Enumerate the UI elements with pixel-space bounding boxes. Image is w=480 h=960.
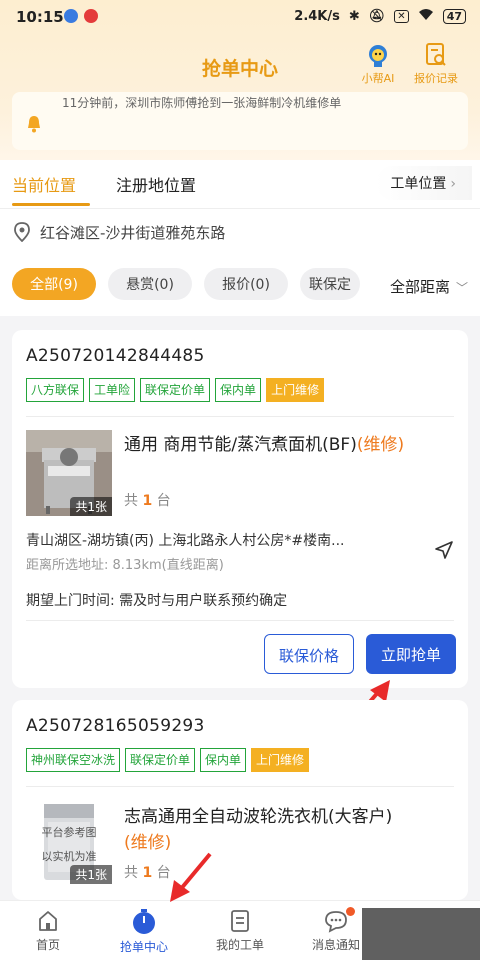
nav-label: 首页: [35, 938, 60, 952]
location-tabs: 当前位置 注册地位置 工单位置 ›: [0, 160, 480, 208]
wifi-icon: [418, 8, 434, 25]
unread-dot: [346, 907, 355, 916]
filter-chip-quote[interactable]: 报价(0): [204, 268, 288, 300]
divider: [26, 620, 454, 621]
net-speed: 2.4K/s: [294, 9, 340, 24]
navigation-icon[interactable]: [434, 540, 454, 560]
status-app-icons: [64, 9, 98, 23]
status-time: 10:15: [16, 8, 64, 26]
quote-record-button[interactable]: 报价记录: [404, 42, 468, 86]
order-number: A250720142844485: [26, 346, 205, 366]
chevron-right-icon: ›: [450, 176, 456, 192]
distance-text: 距离所选地址: 8.13km(直线距离): [26, 558, 224, 573]
red-arrow-annotation: [170, 852, 212, 902]
grab-center-icon: [133, 909, 155, 934]
status-bar: 10:15 2.4K/s ✱ 🔕︎ ✕ 47: [0, 0, 480, 34]
ai-assistant-button[interactable]: 小帮AI: [346, 42, 410, 86]
filter-chip-all[interactable]: 全部(9): [12, 268, 96, 300]
product-name: 志高通用全自动波轮洗衣机(大客户) (维修): [124, 804, 444, 856]
tag: 联保定价单: [140, 378, 211, 402]
service-address: 青山湖区-湖坊镇(丙) 上海北路永人村公房*#楼南...: [26, 533, 345, 549]
qty-prefix: 共: [124, 865, 138, 881]
product-name-text: 通用 商用节能/蒸汽煮面机(BF): [124, 435, 357, 455]
watermark-overlay: [362, 908, 480, 960]
product-image[interactable]: 共1张: [26, 430, 112, 516]
home-icon: [39, 911, 57, 931]
tag: 保内单: [200, 748, 247, 772]
robot-mascot-icon: [369, 45, 387, 67]
divider: [26, 786, 454, 787]
bell-icon: [28, 116, 40, 133]
reference-image-note: 平台参考图: [41, 826, 97, 839]
status-right: 2.4K/s ✱ 🔕︎ ✕ 47: [294, 8, 466, 25]
tag-service-type: 上门维修: [266, 378, 325, 402]
tab-registered-location[interactable]: 注册地位置: [116, 172, 196, 196]
photo-count: 共1张: [70, 497, 112, 516]
grab-order-button[interactable]: 立即抢单: [366, 634, 456, 674]
repair-label: (维修): [356, 435, 405, 455]
current-address: 红谷滩区-沙井街道雅苑东路: [40, 224, 226, 242]
app-notification-icon: [84, 9, 98, 23]
tag: 神州联保空冰洗: [26, 748, 121, 772]
nav-label: 我的工单: [215, 938, 264, 952]
ai-label: 小帮AI: [361, 72, 395, 85]
filter-bar: 全部(9) 悬赏(0) 报价(0) 联保定 全部距离 ﹀: [0, 254, 480, 316]
divider: [26, 416, 454, 417]
filter-chip-warranty[interactable]: 联保定: [300, 268, 360, 300]
bluetooth-icon: ✱: [348, 9, 360, 24]
chevron-down-icon: ﹀: [455, 281, 468, 295]
expected-visit-time: 期望上门时间: 需及时与用户联系预约确定: [26, 593, 288, 609]
app-notification-icon: [64, 9, 78, 23]
list-icon: [231, 910, 249, 932]
reference-image-note: 以实机为准: [41, 850, 97, 863]
location-pin-icon: [14, 222, 30, 242]
tag: 联保定价单: [125, 748, 196, 772]
qty-suffix: 台: [156, 493, 171, 509]
order-card: A250728165059293 神州联保空冰洗 联保定价单 保内单 上门维修 …: [12, 700, 468, 900]
current-address-row[interactable]: 红谷滩区-沙井街道雅苑东路: [0, 208, 480, 254]
document-search-icon: [426, 43, 446, 66]
battery-indicator: 47: [442, 9, 466, 24]
nav-label: 消息通知: [311, 938, 360, 952]
order-card: A250720142844485 八方联保 工单险 联保定价单 保内单 上门维修…: [12, 330, 468, 688]
mute-icon: 🔕︎: [368, 9, 386, 24]
product-name-text: 志高通用全自动波轮洗衣机(大客户): [124, 807, 393, 827]
filter-chip-reward[interactable]: 悬赏(0): [108, 268, 192, 300]
nav-grab-center[interactable]: 抢单中心: [96, 909, 192, 955]
qty-value: 1: [142, 865, 153, 881]
tag-service-type: 上门维修: [251, 748, 310, 772]
tab-underline: [12, 203, 90, 206]
order-location-label: 工单位置: [390, 176, 447, 192]
notice-text: 11分钟前，深圳市陈师傅抢到一张海鲜制冷机维修单: [62, 96, 342, 110]
order-location-button[interactable]: 工单位置 ›: [376, 166, 472, 200]
warranty-price-button[interactable]: 联保价格: [264, 634, 354, 674]
nav-my-orders[interactable]: 我的工单: [192, 909, 288, 953]
quantity: 共 1 台: [124, 862, 171, 882]
repair-label: (维修): [124, 833, 172, 853]
tag: 保内单: [215, 378, 262, 402]
product-name: 通用 商用节能/蒸汽煮面机(BF)(维修): [124, 432, 444, 458]
quantity: 共 1 台: [124, 490, 171, 510]
qty-prefix: 共: [124, 493, 138, 509]
notice-banner: 11分钟前，深圳市陈师傅抢到一张海鲜制冷机维修单: [12, 92, 468, 150]
order-number: A250728165059293: [26, 716, 205, 736]
nav-label: 抢单中心: [119, 940, 168, 954]
chat-bubble-icon: [325, 911, 347, 933]
order-tags: 八方联保 工单险 联保定价单 保内单 上门维修: [26, 378, 325, 402]
order-tags: 神州联保空冰洗 联保定价单 保内单 上门维修: [26, 748, 310, 772]
tag: 工单险: [89, 378, 136, 402]
tag: 八方联保: [26, 378, 85, 402]
sort-label: 全部距离: [389, 278, 450, 296]
nav-home[interactable]: 首页: [0, 909, 96, 953]
tab-current-location[interactable]: 当前位置: [12, 172, 76, 196]
quote-record-label: 报价记录: [414, 72, 458, 85]
qty-value: 1: [142, 493, 153, 509]
product-image[interactable]: 平台参考图 以实机为准 共1张: [26, 798, 112, 884]
photo-count: 共1张: [70, 865, 112, 884]
sim-off-icon: ✕: [394, 10, 409, 23]
distance-sort-dropdown[interactable]: 全部距离 ﹀: [381, 276, 468, 297]
